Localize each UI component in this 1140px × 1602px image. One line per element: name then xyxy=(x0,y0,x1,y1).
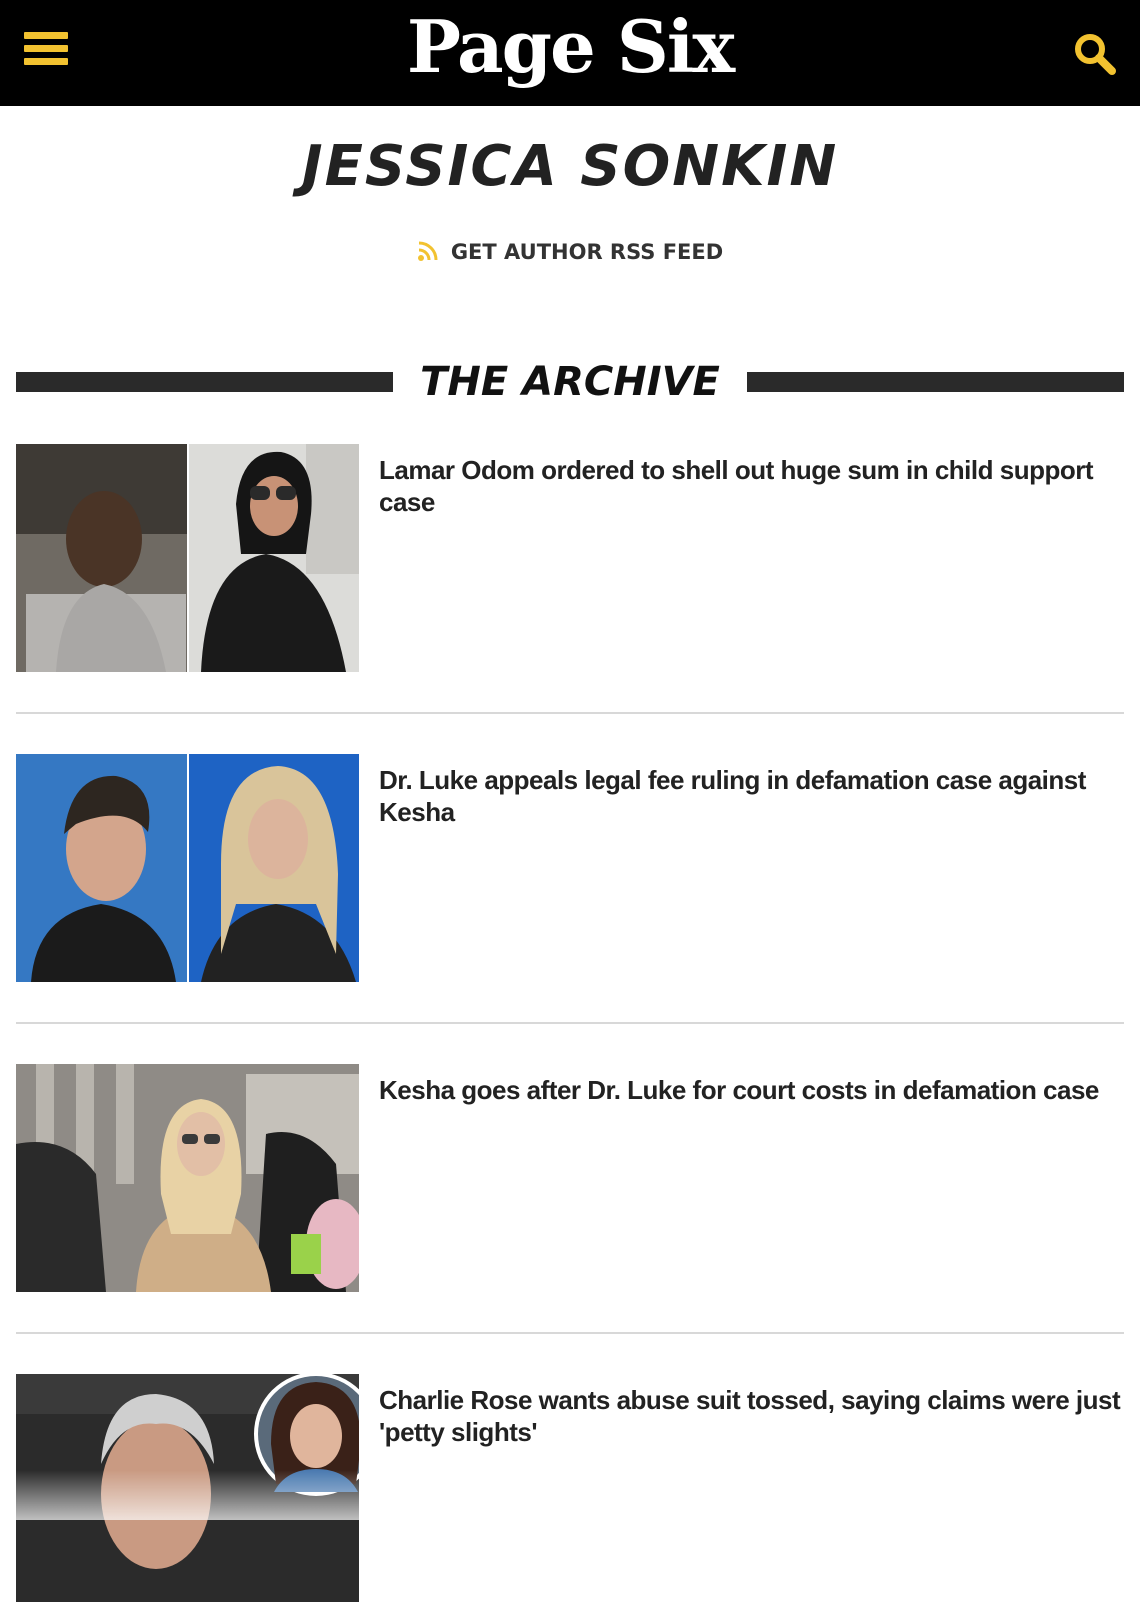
article-headline[interactable]: Charlie Rose wants abuse suit tossed, sa… xyxy=(379,1384,1124,1448)
author-name: JESSICA SONKIN xyxy=(301,134,839,199)
article-headline[interactable]: Dr. Luke appeals legal fee ruling in def… xyxy=(379,764,1124,828)
article-thumbnail[interactable] xyxy=(16,1374,359,1602)
archive-divider-left xyxy=(16,372,393,392)
article-card[interactable]: Kesha goes after Dr. Luke for court cost… xyxy=(16,1064,1124,1292)
article-thumbnail[interactable] xyxy=(16,1064,359,1292)
rss-feed-label: GET AUTHOR RSS FEED xyxy=(450,240,724,264)
article-card[interactable]: Charlie Rose wants abuse suit tossed, sa… xyxy=(16,1374,1124,1602)
site-logo[interactable]: Page Six xyxy=(0,2,1140,92)
article-divider xyxy=(16,712,1124,714)
article-card[interactable]: Lamar Odom ordered to shell out huge sum… xyxy=(16,444,1124,672)
article-divider xyxy=(16,1022,1124,1024)
rss-icon xyxy=(417,241,438,261)
article-headline[interactable]: Kesha goes after Dr. Luke for court cost… xyxy=(379,1074,1124,1106)
article-thumbnail[interactable] xyxy=(16,754,359,982)
search-icon[interactable] xyxy=(1071,30,1117,76)
author-rss-feed-link[interactable]: GET AUTHOR RSS FEED xyxy=(0,240,1140,264)
article-thumbnail[interactable] xyxy=(16,444,359,672)
top-navigation-bar: Page Six xyxy=(0,0,1140,106)
article-divider xyxy=(16,1332,1124,1334)
archive-divider-right xyxy=(747,372,1124,392)
article-headline[interactable]: Lamar Odom ordered to shell out huge sum… xyxy=(379,454,1124,518)
archive-heading: THE ARCHIVE xyxy=(420,359,720,405)
article-card[interactable]: Dr. Luke appeals legal fee ruling in def… xyxy=(16,754,1124,982)
